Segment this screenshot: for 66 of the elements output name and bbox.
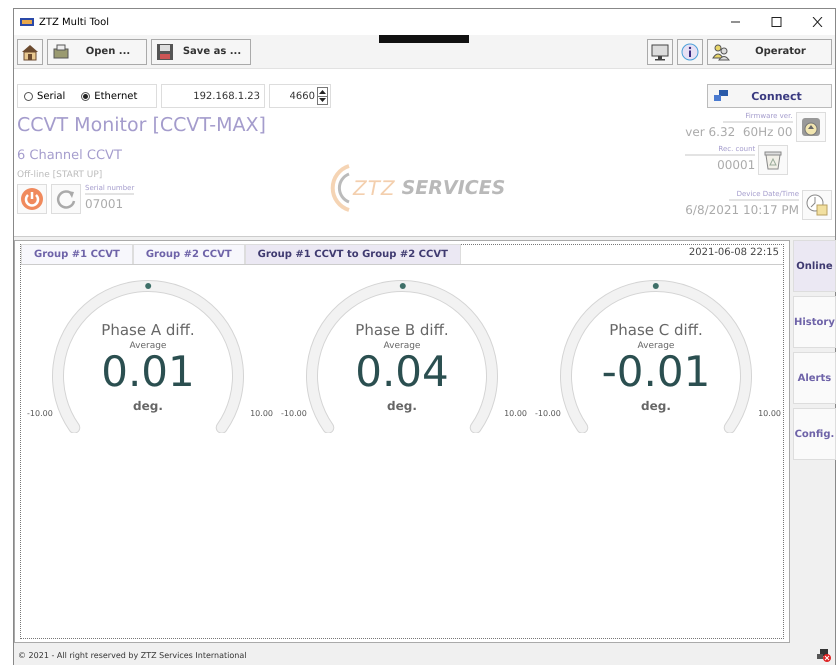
device-title: CCVT Monitor [CCVT-MAX] (17, 114, 266, 136)
printer-icon (52, 42, 70, 60)
upload-firmware-button[interactable] (796, 112, 826, 142)
info-button[interactable] (677, 38, 703, 64)
gauge-unit: deg. (133, 399, 163, 413)
gauge-min-label: -10.00 (27, 409, 53, 418)
group-tab[interactable]: Group #1 CCVT to Group #2 CCVT (244, 244, 461, 264)
spinner-control[interactable] (317, 87, 328, 105)
users-icon (712, 42, 730, 60)
device-datetime-value: 6/8/2021 10:17 PM (685, 203, 799, 217)
home-button[interactable] (17, 38, 43, 64)
logo-wordmark: SERVICES (402, 177, 506, 199)
port-field[interactable]: 4660 (290, 90, 315, 102)
refresh-icon (55, 188, 77, 210)
radio-option[interactable]: Ethernet (81, 90, 138, 102)
maximize-icon (770, 17, 782, 27)
gauge-title: Phase B diff. (355, 321, 449, 339)
disconnected-network-icon (817, 648, 831, 662)
down-arrow-icon (319, 98, 326, 102)
save-as-button[interactable]: Save as ... (151, 38, 251, 64)
side-tab[interactable]: Online (793, 240, 836, 292)
up-arrow-icon (319, 90, 326, 94)
chip-upload-icon (800, 116, 822, 138)
house-icon (21, 42, 39, 60)
serial-number-value: 07001 (85, 197, 124, 211)
firmware-value: ver 6.32 60Hz 00 (685, 125, 793, 139)
gauge-min-label: -10.00 (281, 409, 307, 418)
gauge-max-label: 10.00 (250, 409, 273, 418)
timestamp: 2021-06-08 22:15 (688, 246, 780, 260)
gauge-max-label: 10.00 (758, 409, 781, 418)
logo-mark: ZTZ (353, 176, 396, 200)
group-tab[interactable]: Group #2 CCVT (132, 244, 245, 264)
connection-status: Off-line [START UP] (17, 170, 104, 180)
radio-option[interactable]: Serial (24, 90, 66, 102)
window-title: ZTZ Multi Tool (39, 16, 110, 28)
gauge-unit: deg. (387, 399, 417, 413)
drag-handle[interactable] (379, 35, 469, 43)
power-button[interactable] (17, 184, 47, 214)
gauge-max-label: 10.00 (504, 409, 527, 418)
gauge-title: Phase A diff. (101, 321, 195, 339)
side-tab[interactable]: Alerts (793, 352, 836, 404)
info-icon (681, 42, 699, 60)
gauge-title: Phase C diff. (609, 321, 703, 339)
side-tab[interactable]: Config. (793, 408, 836, 460)
monitor-icon (651, 42, 669, 60)
ip-address-field[interactable]: 192.168.1.23 (161, 84, 265, 108)
gauge-unit: deg. (641, 399, 671, 413)
open-button[interactable]: Open ... (47, 38, 147, 64)
app-logo-icon (20, 17, 34, 27)
side-tab[interactable]: History (793, 296, 836, 348)
device-subtitle: 6 Channel CCVT (17, 148, 123, 163)
set-datetime-button[interactable] (802, 190, 832, 220)
group-tab[interactable]: Group #1 CCVT (21, 244, 133, 264)
refresh-button[interactable] (51, 184, 81, 214)
clear-records-button[interactable] (758, 145, 788, 175)
monitor-button[interactable] (647, 38, 673, 64)
gauge-min-label: -10.00 (535, 409, 561, 418)
copyright-text: © 2021 - All right reserved by ZTZ Services International (18, 650, 246, 660)
power-icon (20, 187, 44, 211)
connect-button[interactable]: Connect (707, 84, 832, 108)
rec-count-value: 00001 (717, 158, 756, 172)
operator-button[interactable]: Operator (707, 38, 832, 64)
recycle-bin-icon (762, 149, 784, 171)
close-icon (812, 17, 822, 27)
network-plug-icon (714, 90, 728, 102)
clock-calendar-icon (806, 194, 828, 216)
